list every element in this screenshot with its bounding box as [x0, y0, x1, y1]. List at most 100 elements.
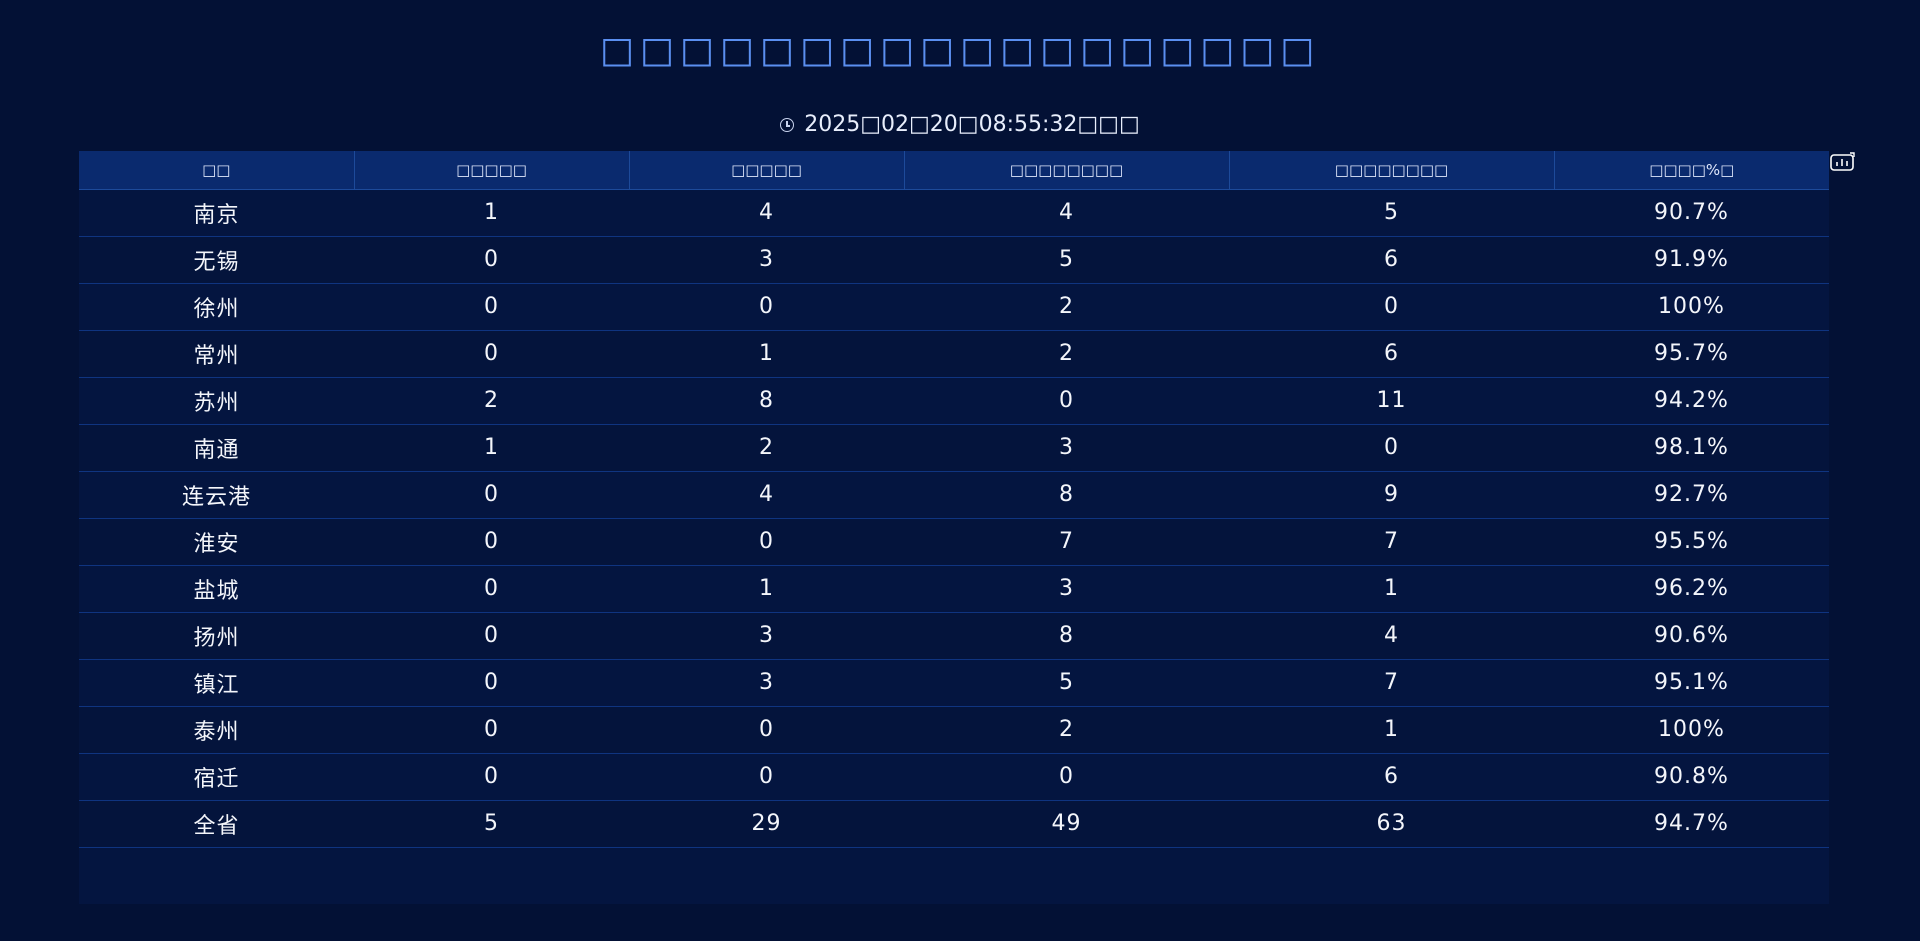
cell: 7: [1384, 529, 1399, 554]
cell: 0: [759, 764, 774, 789]
cell: 4: [1059, 200, 1074, 225]
timestamp-text: 2025□02□20□08:55:32□□□: [804, 112, 1140, 137]
dashboard-page: □□□□□□□□□□□□□□□□□□ 2025□02□20□08:55:32□□…: [0, 0, 1920, 941]
header-col-1: □□□□□: [354, 151, 630, 190]
cell-region: 苏州: [193, 390, 240, 416]
cell-rate: 90.7%: [1654, 200, 1729, 225]
table-row: 宿迁 0 0 0 6 90.8%: [79, 753, 1829, 800]
table-row: 镇江 0 3 5 7 95.1%: [79, 659, 1829, 706]
cell: 1: [759, 341, 774, 366]
table-row: 扬州 0 3 8 4 90.6%: [79, 612, 1829, 659]
cell: 6: [1384, 247, 1399, 272]
cell: 29: [751, 811, 782, 836]
table-header-row: □□ □□□□□ □□□□□ □□□□□□□□ □□□□□□□□ □□□□%□: [79, 151, 1829, 190]
cell: 3: [759, 623, 774, 648]
cell-rate: 90.8%: [1654, 764, 1729, 789]
cell: 0: [759, 717, 774, 742]
update-timestamp: 2025□02□20□08:55:32□□□: [0, 111, 1920, 139]
cell-rate: 95.1%: [1654, 670, 1729, 695]
cell: 2: [759, 435, 774, 460]
cell: 4: [759, 200, 774, 225]
cell-rate: 94.7%: [1654, 811, 1729, 836]
cell-rate: 98.1%: [1654, 435, 1729, 460]
cell: 3: [1059, 435, 1074, 460]
cell-region: 南通: [193, 437, 240, 463]
cell: 0: [484, 341, 499, 366]
cell: 3: [1059, 576, 1074, 601]
table-row: 泰州 0 0 2 1 100%: [79, 706, 1829, 753]
cell: 0: [759, 529, 774, 554]
header-rate: □□□□%□: [1554, 151, 1829, 190]
cell-rate: 94.2%: [1654, 388, 1729, 413]
table-row: 无锡 0 3 5 6 91.9%: [79, 236, 1829, 283]
cell: 0: [484, 247, 499, 272]
cell: 0: [1384, 435, 1399, 460]
cell: 0: [484, 717, 499, 742]
cell-rate: 100%: [1658, 717, 1725, 742]
cell: 0: [484, 482, 499, 507]
cell: 5: [1384, 200, 1399, 225]
bar-chart-icon[interactable]: [1830, 152, 1856, 172]
cell-rate: 100%: [1658, 294, 1725, 319]
cell: 8: [759, 388, 774, 413]
cell: 1: [484, 200, 499, 225]
cell: 1: [1384, 576, 1399, 601]
cell: 1: [484, 435, 499, 460]
clock-icon: [780, 118, 795, 132]
header-region: □□: [79, 151, 355, 190]
cell: 5: [484, 811, 499, 836]
cell: 0: [484, 529, 499, 554]
cell: 6: [1384, 341, 1399, 366]
cell-region: 镇江: [193, 672, 240, 698]
cell: 0: [484, 623, 499, 648]
cell: 11: [1376, 388, 1407, 413]
cell-region: 宿迁: [193, 766, 240, 792]
cell-region: 泰州: [193, 719, 240, 745]
cell: 49: [1051, 811, 1082, 836]
cell-rate: 92.7%: [1654, 482, 1729, 507]
stats-table: □□ □□□□□ □□□□□ □□□□□□□□ □□□□□□□□ □□□□%□ …: [79, 151, 1829, 848]
cell: 7: [1059, 529, 1074, 554]
cell: 6: [1384, 764, 1399, 789]
cell: 0: [484, 576, 499, 601]
table-row: 连云港 0 4 8 9 92.7%: [79, 471, 1829, 518]
cell: 0: [1059, 764, 1074, 789]
cell-region: 无锡: [193, 249, 240, 275]
cell: 5: [1059, 670, 1074, 695]
cell: 2: [1059, 717, 1074, 742]
cell: 0: [759, 294, 774, 319]
header-col-3: □□□□□□□□: [904, 151, 1230, 190]
table-row: 淮安 0 0 7 7 95.5%: [79, 518, 1829, 565]
cell: 4: [759, 482, 774, 507]
page-title: □□□□□□□□□□□□□□□□□□: [599, 30, 1321, 71]
cell-rate: 95.7%: [1654, 341, 1729, 366]
table-row: 徐州 0 0 2 0 100%: [79, 283, 1829, 330]
cell-rate: 95.5%: [1654, 529, 1729, 554]
cell: 0: [484, 294, 499, 319]
table-body: 南京 1 4 4 5 90.7% 无锡 0 3 5 6 91.9% 徐州 0 0…: [79, 189, 1829, 847]
cell: 3: [759, 247, 774, 272]
cell: 2: [1059, 294, 1074, 319]
cell: 1: [759, 576, 774, 601]
cell-region: 盐城: [193, 578, 240, 604]
cell: 63: [1376, 811, 1407, 836]
cell-rate: 91.9%: [1654, 247, 1729, 272]
cell-region: 连云港: [181, 484, 251, 510]
cell: 7: [1384, 670, 1399, 695]
cell: 8: [1059, 623, 1074, 648]
cell-region: 全省: [193, 813, 240, 839]
cell-region: 常州: [193, 343, 240, 369]
table-row: 常州 0 1 2 6 95.7%: [79, 330, 1829, 377]
cell-rate: 90.6%: [1654, 623, 1729, 648]
cell: 2: [484, 388, 499, 413]
cell: 2: [1059, 341, 1074, 366]
cell: 0: [1384, 294, 1399, 319]
cell-region: 扬州: [193, 625, 240, 651]
cell-region: 徐州: [193, 296, 240, 322]
cell: 1: [1384, 717, 1399, 742]
table-row: 盐城 0 1 3 1 96.2%: [79, 565, 1829, 612]
header-col-4: □□□□□□□□: [1229, 151, 1555, 190]
cell: 8: [1059, 482, 1074, 507]
header-col-2: □□□□□: [629, 151, 905, 190]
cell-region: 淮安: [193, 531, 240, 557]
